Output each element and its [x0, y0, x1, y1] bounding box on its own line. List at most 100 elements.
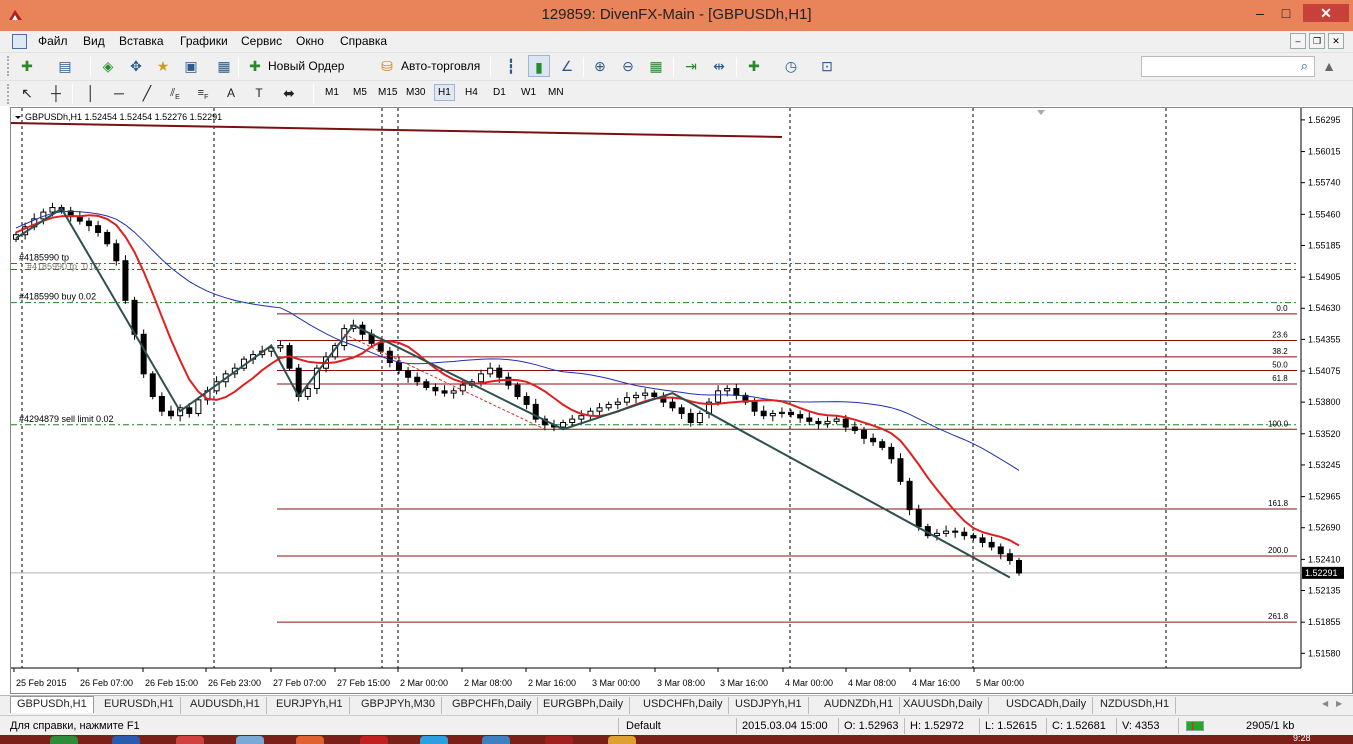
candle-body[interactable] [414, 376, 421, 383]
candle-body[interactable] [915, 509, 922, 528]
candle-body[interactable] [687, 412, 694, 424]
candle-body[interactable] [760, 410, 767, 417]
app-icon[interactable] [360, 736, 388, 744]
timeframe-m30[interactable]: M30 [406, 87, 425, 98]
candle-body[interactable] [149, 373, 156, 397]
candle-body[interactable] [751, 401, 758, 412]
chart-tab-audnzdh-h1[interactable]: AUDNZDh,H1 [818, 697, 901, 714]
periods-icon[interactable]: ◷ [780, 55, 802, 77]
candle-body[interactable] [578, 415, 585, 420]
candle-body[interactable] [478, 373, 485, 383]
candle-body[interactable] [669, 401, 676, 409]
candle-body[interactable] [633, 394, 640, 399]
new-chart-icon[interactable]: ✚ [16, 55, 38, 77]
vertical-line-icon[interactable]: │ [80, 82, 102, 104]
chart-tab-gbpusdh-h1[interactable]: GBPUSDh,H1 [10, 696, 94, 713]
chart-tab-usdjpyh-h1[interactable]: USDJPYh,H1 [729, 697, 809, 714]
candle-body[interactable] [496, 367, 503, 378]
explorer-icon[interactable] [236, 736, 264, 744]
chart-window-icon[interactable] [12, 34, 27, 49]
candle-body[interactable] [122, 260, 129, 301]
candle-body[interactable] [487, 367, 494, 375]
profiles-icon[interactable]: ▤ [54, 55, 76, 77]
candle-body[interactable] [769, 412, 776, 417]
fibonacci-icon[interactable]: ≡F [192, 82, 214, 104]
candle-body[interactable] [614, 401, 621, 405]
candle-body[interactable] [870, 437, 877, 443]
menu-tools[interactable]: Сервис [241, 34, 282, 48]
candle-body[interactable] [377, 342, 384, 352]
candle-body[interactable] [651, 392, 658, 397]
candle-body[interactable] [961, 531, 968, 537]
candle-body[interactable] [678, 407, 685, 414]
candle-body[interactable] [505, 376, 512, 386]
candle-body[interactable] [888, 446, 895, 460]
candlestick-chart-icon[interactable]: ▮ [528, 55, 550, 77]
search-input[interactable] [1145, 58, 1295, 76]
chart-menu-arrow-icon[interactable] [15, 116, 21, 119]
skype-icon[interactable] [420, 736, 448, 744]
terminal-taskbar-icon[interactable] [545, 736, 573, 744]
timeframe-h1[interactable]: H1 [434, 84, 455, 101]
auto-scroll-icon[interactable]: ⇥ [680, 55, 702, 77]
candle-body[interactable] [277, 345, 284, 349]
candle-body[interactable] [897, 458, 904, 482]
candle-body[interactable] [514, 384, 521, 397]
candle-body[interactable] [715, 390, 722, 403]
candle-body[interactable] [988, 541, 995, 548]
candle-body[interactable] [49, 207, 56, 213]
candle-body[interactable] [560, 422, 567, 428]
candle-body[interactable] [906, 480, 913, 511]
search-icon[interactable]: ⌕ [1301, 58, 1308, 74]
candle-body[interactable] [797, 414, 804, 419]
chrome-icon[interactable] [176, 736, 204, 744]
mdi-minimize-button[interactable]: – [1290, 33, 1306, 49]
chart-tab-gbpchfh-daily[interactable]: GBPCHFh,Daily [446, 697, 539, 714]
new-order-icon[interactable]: ✚ [244, 55, 266, 77]
timeframe-m5[interactable]: M5 [353, 87, 367, 98]
text-label-icon[interactable]: T [248, 82, 270, 104]
cursor-icon[interactable]: ↖ [16, 82, 38, 104]
bar-chart-icon[interactable]: ┇ [500, 55, 522, 77]
candle-body[interactable] [596, 407, 603, 412]
fast-moving-average[interactable] [15, 214, 1020, 547]
candle-body[interactable] [815, 420, 822, 425]
timeframe-m1[interactable]: M1 [325, 87, 339, 98]
candle-body[interactable] [778, 411, 785, 414]
candle-body[interactable] [623, 397, 630, 403]
candle-body[interactable] [933, 532, 940, 537]
chart-tab-nzdusdh-h1[interactable]: NZDUSDh,H1 [1094, 697, 1177, 714]
text-tool-icon[interactable]: A [220, 82, 242, 104]
price-chart[interactable]: 1.56295 1.56015 1.55740 1.55460 1.55185 1.549… [10, 107, 1353, 694]
timeframe-mn[interactable]: MN [548, 87, 564, 98]
timeframe-m15[interactable]: M15 [378, 87, 397, 98]
new-order-button[interactable]: Новый Ордер [268, 59, 344, 73]
navigator-icon[interactable]: ★ [152, 55, 174, 77]
candle-body[interactable] [806, 417, 813, 422]
chart-tab-eurusdh-h1[interactable]: EURUSDh,H1 [98, 697, 181, 714]
candle-body[interactable] [168, 410, 175, 417]
mdi-restore-button[interactable]: ❐ [1309, 33, 1325, 49]
zoom-out-icon[interactable]: ⊖ [617, 55, 639, 77]
candle-body[interactable] [423, 381, 430, 388]
candle-body[interactable] [879, 441, 886, 448]
terminal-icon[interactable]: ▣ [180, 55, 202, 77]
fib-trendline[interactable] [344, 333, 546, 430]
menu-file[interactable]: Файл [38, 34, 68, 48]
candle-body[interactable] [441, 390, 448, 394]
horizontal-line-icon[interactable]: ─ [108, 82, 130, 104]
folder-icon[interactable] [482, 736, 510, 744]
minimize-button[interactable]: – [1247, 4, 1273, 22]
close-button[interactable]: ✕ [1303, 4, 1349, 22]
chart-tab-audusdh-h1[interactable]: AUDUSDh,H1 [184, 697, 267, 714]
tabs-scroll-right-icon[interactable]: ▶ [1336, 699, 1342, 708]
menu-view[interactable]: Вид [83, 34, 105, 48]
candle-body[interactable] [1016, 560, 1022, 574]
chart-tab-usdchfh-daily[interactable]: USDCHFh,Daily [637, 697, 730, 714]
data-window-icon[interactable]: ✥ [125, 55, 147, 77]
tabs-scroll-left-icon[interactable]: ◀ [1322, 699, 1328, 708]
market-watch-icon[interactable]: ◈ [97, 55, 119, 77]
chart-tab-eurjpyh-h1[interactable]: EURJPYh,H1 [270, 697, 350, 714]
menu-charts[interactable]: Графики [180, 34, 228, 48]
menu-help[interactable]: Справка [340, 34, 387, 48]
